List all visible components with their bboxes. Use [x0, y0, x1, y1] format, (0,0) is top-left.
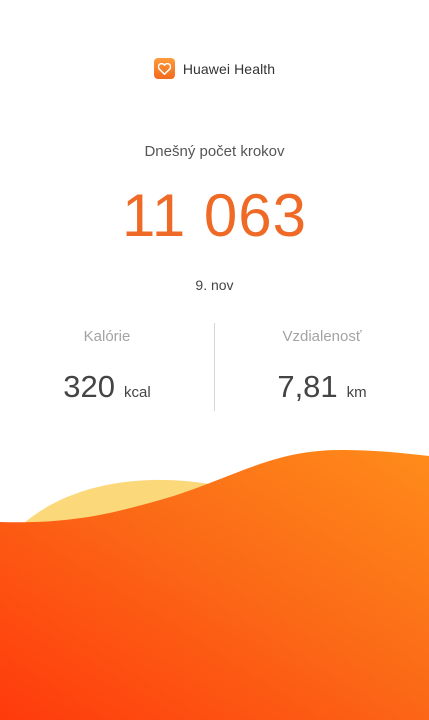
distance-unit: km [346, 384, 367, 401]
heart-icon [157, 62, 171, 75]
steps-date: 9. nov [195, 277, 234, 293]
calories-value-row: 320 kcal [0, 369, 214, 405]
distance-label: Vzdialenosť [282, 328, 362, 345]
distance-value-row: 7,81 km [215, 369, 429, 405]
calories-label: Kalórie [83, 328, 131, 345]
calories-value: 320 [63, 369, 116, 404]
app-header: Huawei Health [0, 58, 429, 79]
wave-orange-layer [0, 450, 429, 720]
calories-unit: kcal [124, 384, 151, 401]
app-name: Huawei Health [182, 60, 276, 77]
huawei-health-logo [153, 58, 175, 79]
distance-value: 7,81 [277, 369, 338, 404]
distance-stat: Vzdialenosť 7,81 km [215, 323, 429, 405]
app-screen: Huawei Health Dnešný počet krokov 11 063… [0, 0, 429, 720]
steps-label: Dnešný počet krokov [144, 143, 285, 160]
decorative-wave [0, 450, 429, 720]
steps-count: 11 063 [121, 182, 308, 249]
stats-panel: Kalórie 320 kcal Vzdialenosť 7,81 km [0, 323, 429, 411]
calories-stat: Kalórie 320 kcal [0, 323, 214, 405]
